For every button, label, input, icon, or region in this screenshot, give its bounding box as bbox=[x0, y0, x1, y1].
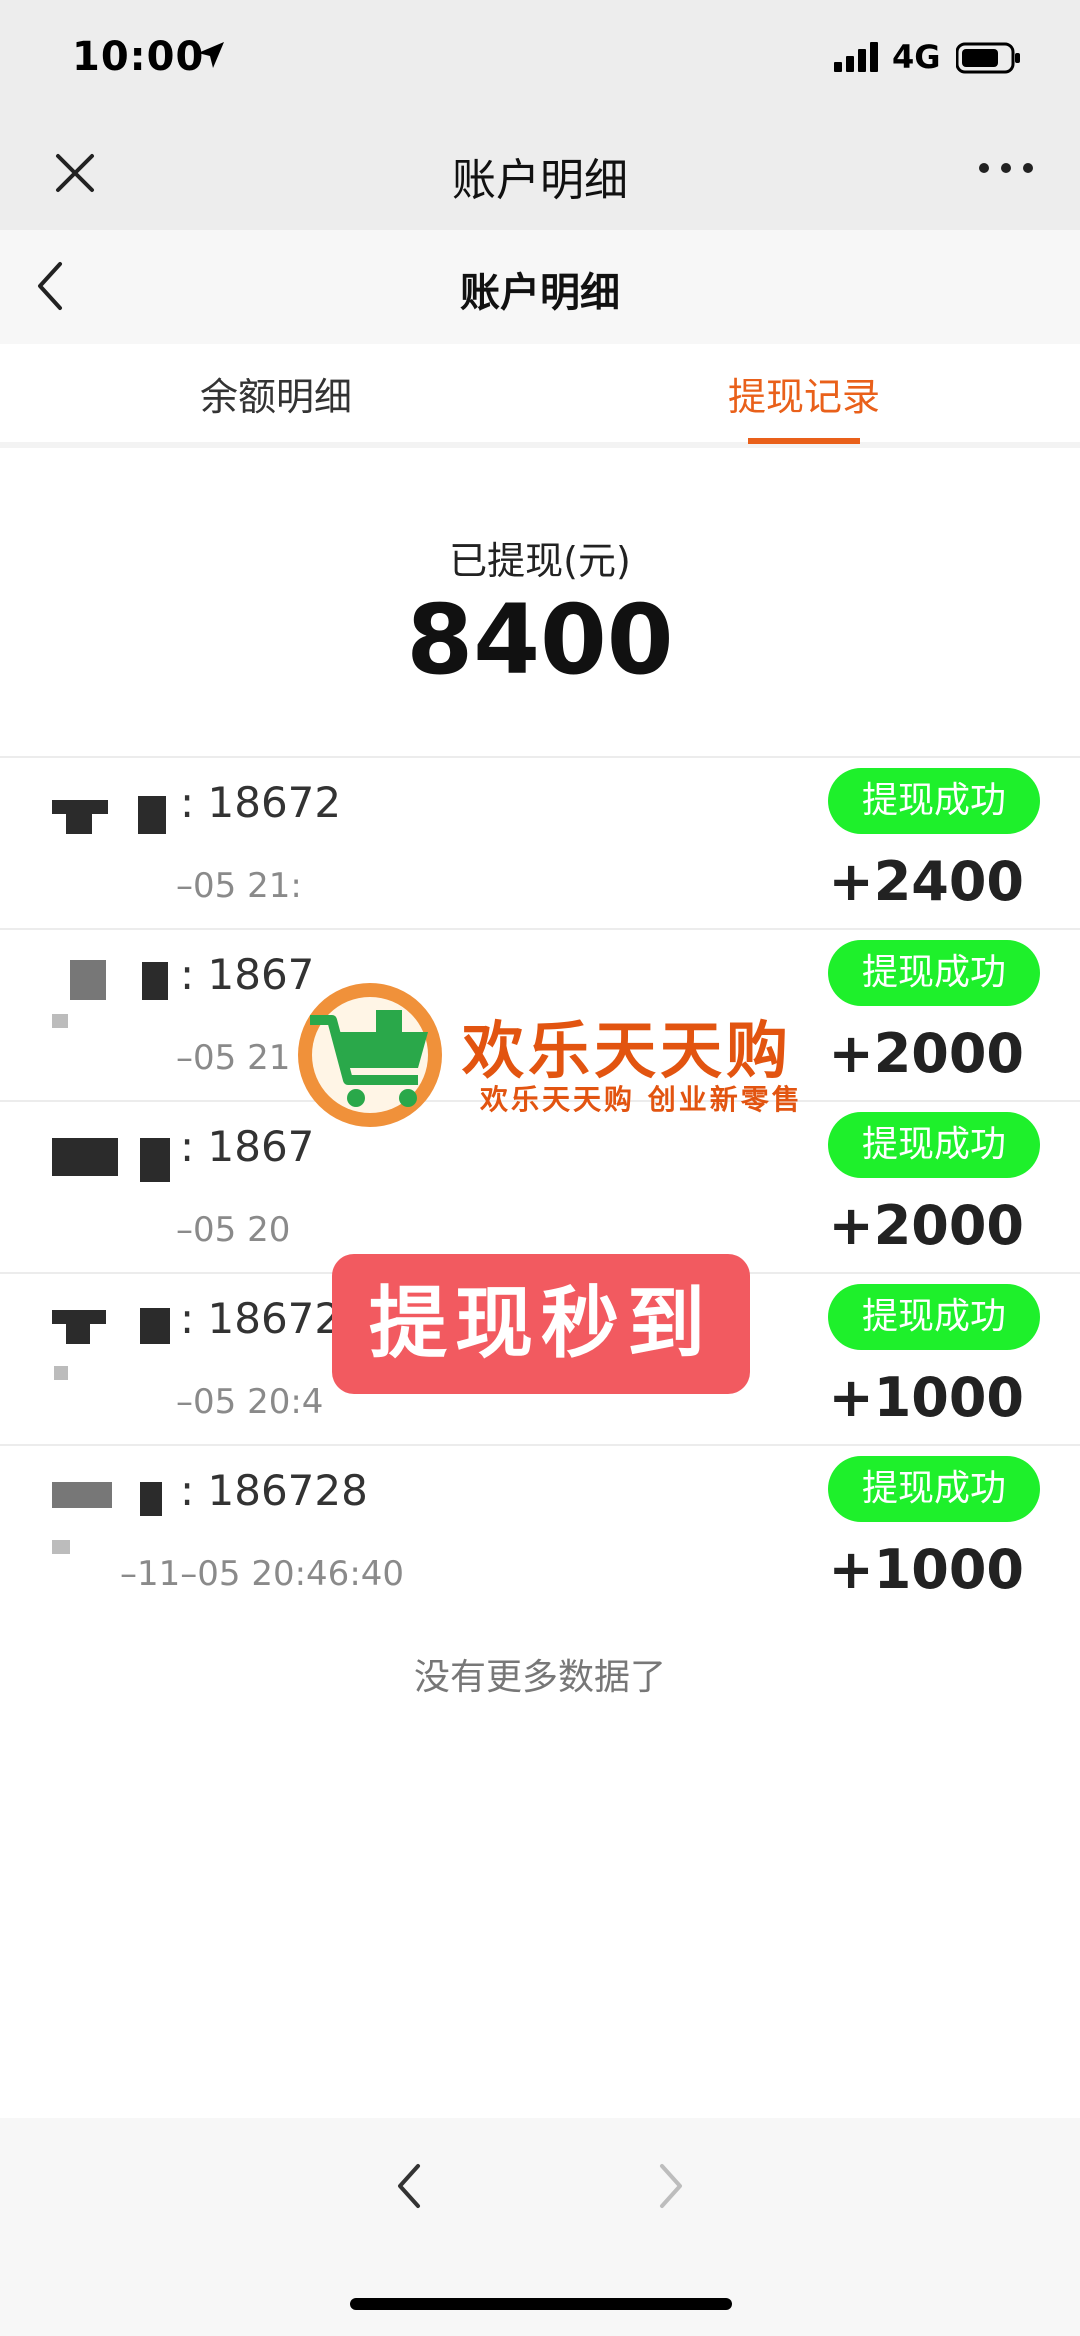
home-indicator[interactable] bbox=[350, 2298, 732, 2310]
active-tab-indicator bbox=[748, 438, 860, 444]
tab-withdrawal-records[interactable]: 提现记录 bbox=[644, 366, 964, 421]
status-badge: 提现成功 bbox=[828, 1284, 1040, 1350]
record-time: –05 21: bbox=[176, 866, 302, 906]
record-amount: +2000 bbox=[828, 1022, 1024, 1085]
network-label: 4G bbox=[892, 38, 941, 76]
list-item[interactable]: : 186728 –11–05 20:46:40 提现成功 +1000 bbox=[0, 1444, 1080, 1616]
masked-name bbox=[52, 1468, 182, 1554]
watermark-title: 欢乐天天购 bbox=[462, 1014, 793, 1087]
watermark-subtitle: 欢乐天天购 创业新零售 bbox=[480, 1083, 803, 1116]
record-time: –05 20:4 bbox=[176, 1382, 324, 1422]
status-time: 10:00 bbox=[72, 34, 205, 80]
window-title: 账户明细 bbox=[452, 155, 628, 206]
record-amount: +1000 bbox=[828, 1366, 1024, 1429]
record-amount: +1000 bbox=[828, 1538, 1024, 1601]
record-phone: : 18672 bbox=[180, 778, 342, 827]
status-badge: 提现成功 bbox=[828, 768, 1040, 834]
battery-icon bbox=[956, 42, 1020, 74]
signal-icon bbox=[834, 42, 878, 72]
chevron-right-icon[interactable] bbox=[652, 2158, 692, 2214]
no-more-data-text: 没有更多数据了 bbox=[413, 1657, 666, 1698]
status-bar: 10:00 4G bbox=[0, 0, 1080, 118]
page-title: 账户明细 bbox=[460, 270, 620, 316]
record-phone: : 186728 bbox=[180, 1466, 368, 1515]
masked-name bbox=[52, 952, 182, 1028]
shopping-cart-icon bbox=[298, 983, 442, 1127]
more-icon[interactable] bbox=[978, 158, 1034, 178]
record-time: –05 20 bbox=[176, 1210, 291, 1250]
masked-name bbox=[52, 780, 182, 846]
masked-name bbox=[52, 1296, 182, 1380]
status-badge: 提现成功 bbox=[828, 1112, 1040, 1178]
masked-name bbox=[52, 1124, 182, 1190]
status-badge: 提现成功 bbox=[828, 940, 1040, 1006]
withdrawn-amount: 8400 bbox=[406, 584, 674, 696]
record-time: –05 21 bbox=[176, 1038, 291, 1078]
record-amount: +2400 bbox=[828, 850, 1024, 913]
tab-bar: 余额明细 提现记录 bbox=[0, 344, 1080, 448]
browser-bottom-bar bbox=[0, 2118, 1080, 2336]
record-amount: +2000 bbox=[828, 1194, 1024, 1257]
chevron-left-icon[interactable] bbox=[388, 2158, 428, 2214]
location-arrow-icon bbox=[198, 42, 224, 68]
record-phone: : 18672 bbox=[180, 1294, 342, 1343]
list-item[interactable]: : 1867 –05 20 提现成功 +2000 bbox=[0, 1100, 1080, 1272]
record-time: –11–05 20:46:40 bbox=[120, 1554, 405, 1594]
tab-balance-details[interactable]: 余额明细 bbox=[116, 366, 436, 421]
list-item[interactable]: : 18672 –05 21: 提现成功 +2400 bbox=[0, 756, 1080, 928]
withdrawn-label: 已提现(元) bbox=[449, 539, 631, 583]
status-badge: 提现成功 bbox=[828, 1456, 1040, 1522]
title-bar: 账户明细 bbox=[0, 118, 1080, 230]
promo-banner: 提现秒到 bbox=[332, 1254, 750, 1394]
page-header: 账户明细 bbox=[0, 230, 1080, 344]
